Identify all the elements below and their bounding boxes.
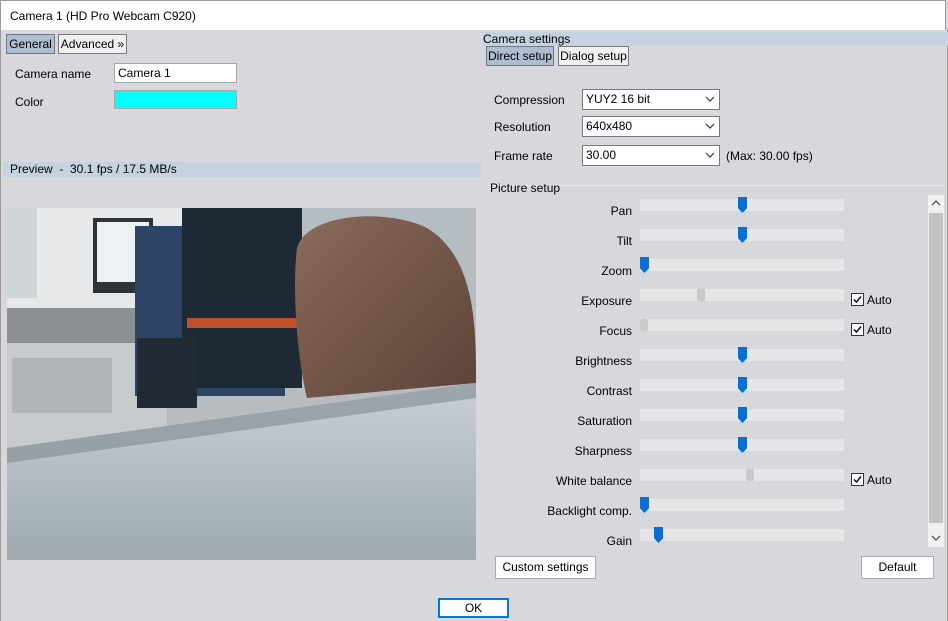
compression-value: YUY2 16 bit	[586, 92, 651, 106]
tab-dialog-setup[interactable]: Dialog setup	[558, 46, 629, 66]
resolution-value: 640x480	[586, 119, 633, 133]
scroll-down-icon[interactable]	[931, 534, 941, 542]
ok-button[interactable]: OK	[438, 598, 509, 618]
slider-exposure[interactable]	[640, 289, 844, 301]
auto-label-exposure: Auto	[867, 293, 892, 307]
camera-preview-image	[7, 208, 476, 560]
slider-label-sharpness: Sharpness	[574, 444, 632, 458]
slider-thumb-gain[interactable]	[654, 527, 663, 543]
framerate-label: Frame rate	[494, 149, 553, 163]
slider-label-white-balance: White balance	[555, 474, 632, 488]
scroll-thumb[interactable]	[929, 213, 943, 523]
slider-thumb-saturation[interactable]	[738, 407, 747, 423]
chevron-down-icon	[705, 152, 715, 158]
auto-label-focus: Auto	[867, 323, 892, 337]
custom-settings-button[interactable]: Custom settings	[495, 556, 596, 579]
chevron-down-icon	[705, 123, 715, 129]
slider-zoom[interactable]	[640, 257, 844, 273]
slider-focus[interactable]	[640, 319, 844, 331]
slider-thumb-contrast[interactable]	[738, 377, 747, 393]
slider-brightness[interactable]	[640, 347, 844, 363]
auto-label-white-balance: Auto	[867, 473, 892, 487]
slider-saturation[interactable]	[640, 407, 844, 423]
camera-settings-title: Camera settings	[483, 32, 571, 46]
auto-checkbox-exposure[interactable]	[851, 293, 864, 306]
camera-name-label: Camera name	[15, 67, 92, 81]
tab-direct-setup[interactable]: Direct setup	[486, 46, 554, 66]
slider-label-backlight-comp: Backlight comp.	[547, 504, 632, 518]
tab-general[interactable]: General	[6, 34, 55, 54]
auto-checkbox-focus[interactable]	[851, 323, 864, 336]
preview-label: Preview - 30.1 fps / 17.5 MB/s	[10, 162, 177, 176]
tab-advanced[interactable]: Advanced »	[58, 34, 127, 54]
slider-thumb-backlight-comp[interactable]	[640, 497, 649, 513]
slider-thumb-sharpness[interactable]	[738, 437, 747, 453]
picture-setup-title: Picture setup	[490, 181, 561, 195]
slider-thumb-brightness[interactable]	[738, 347, 747, 363]
framerate-max-label: (Max: 30.00 fps)	[726, 149, 813, 163]
color-label: Color	[15, 95, 44, 109]
slider-label-exposure: Exposure	[581, 294, 632, 308]
slider-thumb-pan[interactable]	[738, 197, 747, 213]
resolution-select[interactable]: 640x480	[582, 116, 720, 137]
slider-tilt[interactable]	[640, 227, 844, 243]
slider-thumb-zoom[interactable]	[640, 257, 649, 273]
scroll-up-icon[interactable]	[931, 199, 941, 207]
slider-thumb-exposure[interactable]	[697, 289, 705, 301]
picture-setup-scrollbar[interactable]	[928, 195, 944, 547]
framerate-select[interactable]: 30.00	[582, 145, 720, 166]
slider-contrast[interactable]	[640, 377, 844, 393]
camera-name-input[interactable]: Camera 1	[114, 63, 237, 83]
framerate-value: 30.00	[586, 148, 617, 162]
checkmark-icon	[853, 326, 862, 334]
slider-sharpness[interactable]	[640, 437, 844, 453]
slider-thumb-white-balance[interactable]	[746, 469, 754, 481]
slider-pan[interactable]	[640, 197, 844, 213]
slider-white-balance[interactable]	[640, 469, 844, 481]
camera-preview	[7, 208, 476, 560]
slider-backlight-comp[interactable]	[640, 497, 844, 513]
compression-label: Compression	[494, 93, 565, 107]
slider-thumb-tilt[interactable]	[738, 227, 747, 243]
slider-label-tilt: Tilt	[616, 234, 632, 248]
color-swatch[interactable]	[114, 90, 237, 109]
slider-gain[interactable]	[640, 527, 844, 543]
slider-label-zoom: Zoom	[601, 264, 632, 278]
auto-checkbox-white-balance[interactable]	[851, 473, 864, 486]
compression-select[interactable]: YUY2 16 bit	[582, 89, 720, 110]
slider-label-brightness: Brightness	[575, 354, 632, 368]
slider-label-gain: Gain	[606, 534, 632, 548]
chevron-down-icon	[705, 96, 715, 102]
resolution-label: Resolution	[494, 120, 551, 134]
default-button[interactable]: Default	[861, 556, 934, 579]
window-title: Camera 1 (HD Pro Webcam C920)	[10, 9, 196, 23]
title-bar: Camera 1 (HD Pro Webcam C920)	[0, 0, 946, 30]
slider-label-pan: Pan	[610, 204, 632, 218]
slider-thumb-focus[interactable]	[640, 319, 648, 331]
checkmark-icon	[853, 476, 862, 484]
slider-label-focus: Focus	[599, 324, 632, 338]
checkmark-icon	[853, 296, 862, 304]
slider-label-contrast: Contrast	[586, 384, 632, 398]
slider-label-saturation: Saturation	[577, 414, 632, 428]
